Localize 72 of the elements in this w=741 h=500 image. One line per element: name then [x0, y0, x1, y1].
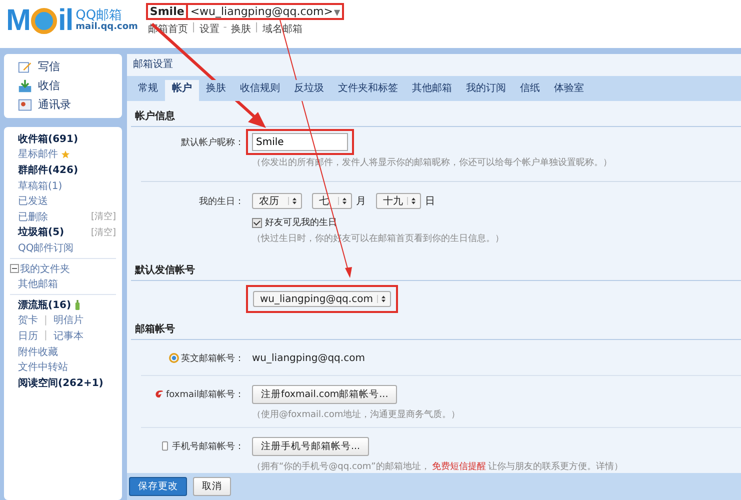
folder-item[interactable]: 群邮件(426): [18, 162, 78, 177]
sidebar-link[interactable]: 记事本: [53, 328, 84, 343]
folder-item[interactable]: 收件箱(691): [18, 132, 78, 146]
unit-label: 日: [425, 195, 435, 208]
day-select[interactable]: 十九: [376, 193, 421, 209]
contact-card-icon: [18, 98, 32, 112]
register-button[interactable]: 注册手机号邮箱帐号...: [252, 436, 370, 456]
logo-text: M il: [6, 4, 73, 38]
field-label: foxmail邮箱帐号：: [166, 388, 244, 400]
link-separator: |: [192, 22, 196, 35]
folder-item[interactable]: 已删除: [18, 210, 48, 224]
folder-item[interactable]: 垃圾箱(5): [18, 225, 64, 240]
account-address: wu_liangping@qq.com: [251, 352, 365, 364]
nickname-field[interactable]: Smile: [252, 133, 348, 151]
register-button[interactable]: 注册foxmail.com邮箱帐号...: [252, 384, 398, 404]
field-label: 手机号邮箱帐号：: [172, 440, 244, 452]
folder-item[interactable]: 漂流瓶(16): [18, 298, 72, 312]
section-heading: 默认发信帐号: [131, 263, 741, 281]
brand-name: QQ邮箱: [76, 8, 122, 23]
save-button[interactable]: 保存更改: [129, 477, 187, 496]
header-link[interactable]: 换肤: [230, 22, 251, 36]
inbox-icon: [18, 78, 32, 92]
field-label: 我的生日：: [198, 196, 245, 208]
dropdown-arrows-icon: [338, 197, 347, 205]
hint-text: （使用@foxmail.com地址，沟通更显商务气质。）: [251, 408, 462, 421]
hint-text: （拥有“你的手机号@qq.com”的邮箱地址， 免费短信提醒 让你与朋友的联系更方便。详情）: [251, 460, 624, 473]
dropdown-arrows-icon: [288, 197, 297, 205]
bottle-icon: [75, 300, 80, 310]
pencil-icon: [18, 60, 32, 74]
unit-label: 月: [356, 195, 366, 208]
folder-item[interactable]: QQ邮件订阅: [18, 240, 74, 255]
globe-icon: [169, 353, 179, 363]
collapse-toggle-icon[interactable]: [10, 264, 19, 274]
month-select[interactable]: 七: [312, 193, 352, 209]
page-title: 邮箱设置: [127, 54, 741, 76]
dropdown-arrows-icon: [376, 295, 386, 303]
folder-item[interactable]: 已发送: [18, 194, 48, 208]
sidebar-action[interactable]: 写信: [38, 59, 60, 74]
checkbox[interactable]: [252, 218, 262, 228]
link-separator: |: [254, 22, 258, 35]
user-address[interactable]: <wu_liangping@qq.com>▼: [188, 5, 342, 18]
folder-item[interactable]: 文件中转站: [18, 360, 68, 374]
folder-item[interactable]: 其他邮箱: [18, 277, 58, 292]
folder-item[interactable]: 阅读空间(262+1): [18, 376, 104, 390]
cancel-button[interactable]: 取消: [193, 477, 231, 496]
header-link[interactable]: 域名邮箱: [262, 22, 302, 36]
dropdown-arrows-icon: [407, 197, 416, 205]
sender-select[interactable]: wu_liangping@qq.com: [253, 291, 391, 307]
sms-link[interactable]: 免费短信提醒: [432, 462, 486, 472]
sidebar-action[interactable]: 通讯录: [38, 97, 71, 112]
brand-domain: mail.qq.com: [76, 23, 138, 34]
link-separator: |: [44, 330, 48, 342]
star-icon: [61, 150, 70, 159]
phone-icon: [160, 441, 170, 451]
user-nickname: Smile: [148, 5, 186, 18]
field-label: 默认帐户昵称：: [180, 136, 245, 148]
foxmail-icon: [154, 389, 164, 399]
section-heading: 邮箱帐号: [131, 322, 741, 340]
link-separator: -: [223, 22, 227, 35]
folder-item[interactable]: 星标邮件: [18, 147, 58, 162]
header-link[interactable]: 设置: [199, 22, 220, 36]
link-separator: |: [44, 314, 48, 326]
sidebar-link[interactable]: 贺卡: [18, 313, 38, 328]
sidebar-link[interactable]: 明信片: [53, 313, 84, 328]
calendar-select[interactable]: 农历: [252, 193, 302, 209]
sidebar-link[interactable]: 日历: [18, 328, 38, 343]
field-label: 英文邮箱帐号：: [181, 352, 244, 364]
folder-item[interactable]: 草稿箱(1): [18, 178, 62, 193]
sidebar-action[interactable]: 收信: [38, 78, 60, 93]
settings-tab[interactable]: 帐户: [165, 80, 199, 101]
folder-item[interactable]: 附件收藏: [18, 344, 58, 359]
folder-item[interactable]: 我的文件夹: [20, 262, 70, 276]
